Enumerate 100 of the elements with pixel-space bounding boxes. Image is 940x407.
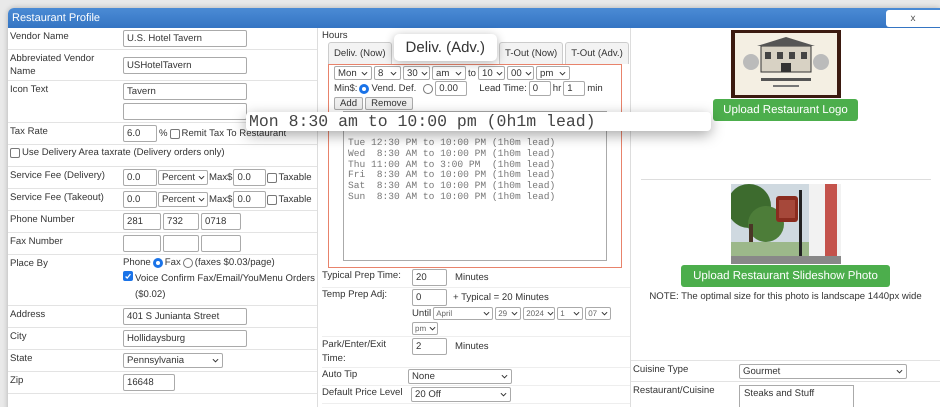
- radio-button[interactable]: [152, 258, 163, 268]
- dropdown[interactable]: 1: [557, 307, 584, 320]
- dropdown[interactable]: Percent: [158, 170, 208, 185]
- text-field[interactable]: U.S. Hotel Tavern: [123, 30, 247, 47]
- max-label: Max$: [209, 194, 232, 205]
- text-field[interactable]: 1: [563, 81, 586, 96]
- schedule-line: Sun 8:30 AM to 10:00 PM (1h0m lead): [348, 192, 556, 203]
- remove-button[interactable]: Remove: [365, 97, 413, 110]
- caret-icon: [559, 70, 566, 76]
- label: City: [10, 330, 28, 344]
- add-button[interactable]: Add: [334, 97, 364, 110]
- dropdown[interactable]: pm: [412, 322, 438, 335]
- text-field[interactable]: 0.00: [435, 81, 468, 96]
- caret-icon: [390, 70, 397, 76]
- schedule-line-tooltip: Mon 8:30 am to 10:00 pm (0h1m lead): [246, 112, 711, 131]
- text-area[interactable]: Steaks and Stuff: [739, 385, 854, 407]
- section-title: Hours: [322, 30, 348, 41]
- checkbox[interactable]: [267, 172, 278, 182]
- caret-icon: [500, 392, 507, 397]
- checkbox[interactable]: [170, 128, 180, 138]
- area-code-field[interactable]: [123, 235, 161, 252]
- caret-icon: [547, 311, 554, 316]
- line-number-field[interactable]: 0718: [201, 213, 241, 230]
- schedule-line: Tue 12:30 PM to 10:00 PM (1h0m lead): [348, 138, 556, 149]
- checkbox[interactable]: [123, 271, 133, 281]
- text-field[interactable]: USHotelTavern: [123, 56, 247, 74]
- text-field[interactable]: 401 S Junianta Street: [123, 308, 247, 325]
- dropdown[interactable]: 8: [374, 66, 401, 80]
- label: Icon Text: [10, 83, 50, 97]
- label: Tax Rate: [10, 125, 49, 139]
- label: Phone Number: [10, 213, 76, 227]
- caret-icon: [455, 70, 462, 76]
- checkbox-label: Use Delivery Area taxrate (Delivery orders only): [22, 147, 225, 158]
- label: Fax Number: [10, 235, 64, 249]
- caret-icon: [601, 311, 608, 316]
- fax-fee-note: (faxes $0.03/page): [194, 257, 275, 268]
- radio-label: Phone: [123, 257, 151, 268]
- text-field[interactable]: 0.0: [233, 169, 266, 186]
- text-field[interactable]: 0.0: [123, 191, 157, 208]
- radio-button[interactable]: [359, 84, 370, 94]
- tab[interactable]: Deliv. (Now): [328, 42, 392, 64]
- label: Default Price Level: [322, 387, 404, 400]
- caret-icon: [496, 70, 503, 76]
- checkbox[interactable]: [10, 148, 20, 158]
- tab[interactable]: T-Out (Adv.): [565, 42, 629, 64]
- dropdown[interactable]: April: [433, 307, 494, 320]
- tab[interactable]: Deliv. (Adv.): [394, 34, 497, 61]
- caret-icon: [511, 311, 518, 316]
- text-field[interactable]: 2: [412, 338, 447, 355]
- tab[interactable]: T-Out (Now): [498, 42, 564, 64]
- text-field[interactable]: [123, 103, 247, 120]
- text-field[interactable]: 16648: [123, 374, 175, 391]
- dropdown[interactable]: 07: [585, 307, 612, 320]
- text-field[interactable]: 0: [412, 289, 447, 306]
- prefix-field[interactable]: 732: [163, 213, 199, 230]
- label: Restaurant/Cuisine: [633, 385, 716, 398]
- label: Typical Prep Time:: [322, 269, 402, 283]
- label: Temp Prep Adj:: [322, 289, 388, 302]
- text-field[interactable]: Hollidaysburg: [123, 330, 247, 347]
- label: Auto Tip: [322, 369, 358, 382]
- caret-icon: [198, 197, 206, 202]
- caret-icon: [524, 70, 532, 76]
- dropdown[interactable]: 30: [403, 66, 430, 80]
- dropdown[interactable]: 29: [495, 307, 522, 320]
- text-field[interactable]: Tavern: [123, 83, 247, 100]
- schedule-line: Fri 8:30 AM to 10:00 PM (1h0m lead): [348, 170, 556, 181]
- dropdown[interactable]: Mon: [334, 66, 372, 80]
- dropdown[interactable]: pm: [536, 66, 570, 80]
- label: Address: [10, 308, 46, 322]
- radio-button[interactable]: [182, 258, 193, 268]
- lead-time-label: Lead Time:: [479, 83, 527, 94]
- caret-icon: [429, 326, 436, 331]
- prefix-field[interactable]: [163, 235, 199, 252]
- text-field[interactable]: 0: [528, 81, 551, 96]
- unit-label: Minutes: [455, 272, 489, 283]
- dropdown[interactable]: 00: [507, 66, 534, 80]
- dropdown[interactable]: 2024: [523, 307, 556, 320]
- line-number-field[interactable]: [201, 235, 241, 252]
- radio-button[interactable]: [423, 84, 434, 94]
- dropdown[interactable]: Gourmet: [739, 364, 907, 379]
- dropdown[interactable]: 10: [478, 66, 506, 80]
- max-label: Max$: [209, 172, 232, 183]
- label: Zip: [10, 374, 24, 388]
- caret-icon: [573, 311, 580, 316]
- radio-label: Vend. Def.: [371, 83, 416, 94]
- caret-icon: [896, 369, 903, 374]
- text-field[interactable]: 0.0: [233, 191, 266, 208]
- area-code-field[interactable]: 281: [123, 213, 161, 230]
- dropdown[interactable]: None: [408, 369, 512, 384]
- dropdown[interactable]: 20 Off: [411, 387, 511, 402]
- dropdown[interactable]: Percent: [158, 192, 208, 207]
- text-field[interactable]: 20: [412, 269, 447, 286]
- to-label: to: [468, 68, 476, 78]
- text-field[interactable]: 0.0: [123, 169, 157, 186]
- dropdown[interactable]: am: [432, 66, 466, 80]
- dropdown[interactable]: Pennsylvania: [123, 353, 223, 368]
- text-field[interactable]: 6.0: [123, 125, 157, 142]
- until-label: Until: [412, 308, 432, 319]
- close-button[interactable]: x: [886, 10, 940, 26]
- checkbox[interactable]: [267, 194, 278, 204]
